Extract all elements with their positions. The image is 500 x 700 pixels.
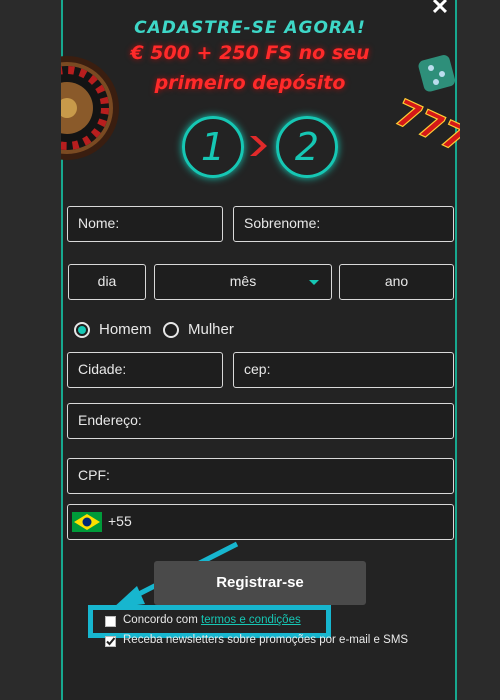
chevron-down-icon	[309, 280, 319, 285]
terms-text: Concordo com termos e condições	[123, 614, 301, 626]
phone-prefix: +55	[108, 513, 132, 529]
gender-label-homem: Homem	[99, 321, 152, 338]
cpf-field[interactable]: CPF:	[67, 458, 454, 494]
terms-checkbox[interactable]	[105, 616, 116, 627]
day-field[interactable]: dia	[68, 264, 146, 300]
phone-field[interactable]: +55	[67, 504, 454, 540]
signup-heading: CADASTRE-SE AGORA!	[134, 18, 366, 38]
close-icon[interactable]: ✕	[428, 0, 452, 20]
endereco-field[interactable]: Endereço:	[67, 403, 454, 439]
step-2-indicator: 2	[276, 116, 338, 178]
slot-777-icon: 777	[392, 92, 460, 156]
brazil-flag-icon[interactable]	[72, 512, 102, 532]
roulette-wheel-icon	[61, 56, 119, 160]
newsletter-text: Receba newsletters sobre promoções por e…	[123, 634, 409, 646]
newsletter-checkbox[interactable]	[105, 636, 116, 647]
terms-prefix: Concordo com	[123, 614, 198, 626]
cidade-field[interactable]: Cidade:	[67, 352, 223, 388]
register-button[interactable]: Registrar-se	[154, 561, 366, 605]
gender-label-mulher: Mulher	[188, 321, 234, 338]
month-select[interactable]: mês	[154, 264, 332, 300]
nome-field[interactable]: Nome:	[67, 206, 223, 242]
svg-text:777: 777	[392, 92, 460, 156]
bonus-offer-line2: primeiro depósito	[154, 72, 346, 94]
checkmark-icon	[106, 637, 116, 646]
step-arrow-icon	[250, 136, 267, 156]
bonus-offer-line1: € 500 + 250 FS no seu	[130, 42, 370, 64]
sobrenome-field[interactable]: Sobrenome:	[233, 206, 454, 242]
year-field[interactable]: ano	[339, 264, 454, 300]
terms-link[interactable]: termos e condições	[201, 614, 301, 626]
cep-field[interactable]: cep:	[233, 352, 454, 388]
gender-radio-homem[interactable]	[74, 322, 90, 338]
step-1-indicator: 1	[182, 116, 244, 178]
gender-radio-mulher[interactable]	[163, 322, 179, 338]
month-select-value: mês	[229, 273, 257, 289]
